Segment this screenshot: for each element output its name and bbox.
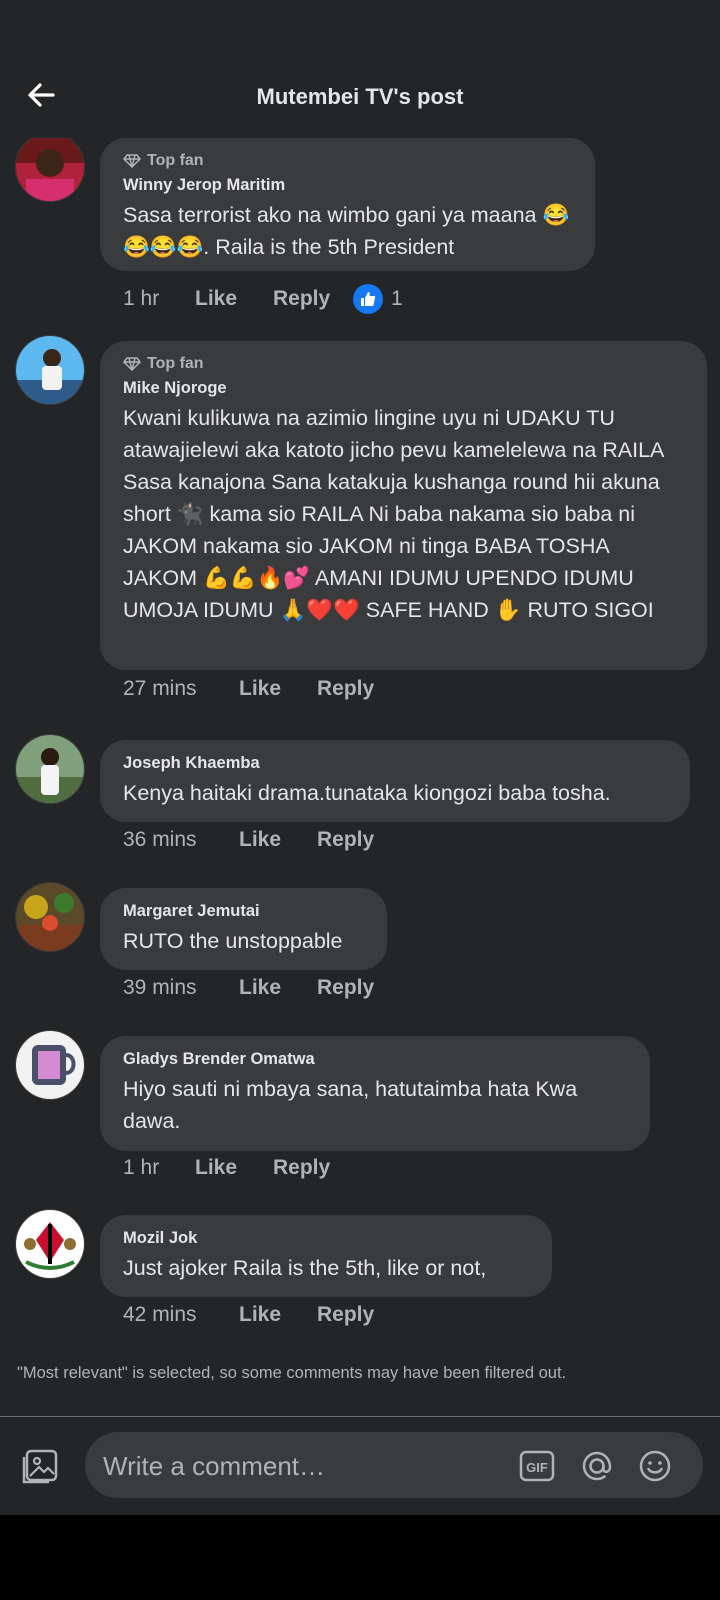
reply-button[interactable]: Reply — [273, 1156, 330, 1180]
comment-actions: 1 hr Like Reply 1 — [123, 284, 403, 314]
avatar[interactable] — [15, 138, 85, 202]
like-button[interactable]: Like — [239, 677, 317, 701]
comment-actions: 1 hr Like Reply — [123, 1156, 330, 1180]
comment-time[interactable]: 36 mins — [123, 828, 239, 852]
reaction-number: 1 — [391, 287, 403, 310]
emoji-icon[interactable] — [637, 1448, 673, 1484]
commenter-name[interactable]: Mozil Jok — [123, 1229, 528, 1248]
like-button[interactable]: Like — [195, 1156, 273, 1180]
like-button[interactable]: Like — [239, 1303, 317, 1327]
reply-button[interactable]: Reply — [317, 1303, 374, 1327]
comment-text: Sasa terrorist ako na wimbo gani ya maan… — [123, 203, 570, 259]
reply-button[interactable]: Reply — [273, 287, 353, 311]
comment-time[interactable]: 42 mins — [123, 1303, 239, 1327]
like-button[interactable]: Like — [239, 828, 317, 852]
photo-icon[interactable] — [21, 1448, 59, 1486]
like-button[interactable]: Like — [239, 976, 317, 1000]
avatar[interactable] — [15, 1030, 85, 1100]
at-icon[interactable] — [579, 1448, 615, 1484]
comment-text: Just ajoker Raila is the 5th, like or no… — [123, 1256, 487, 1280]
comment-time[interactable]: 27 mins — [123, 677, 239, 701]
comment-text: Kenya haitaki drama.tunataka kiongozi ba… — [123, 781, 611, 805]
gif-icon[interactable]: GIF — [519, 1448, 555, 1484]
comment-composer: Write a comment… GIF — [0, 1417, 720, 1515]
comment-list[interactable]: Top fan Winny Jerop Maritim Sasa terrori… — [0, 138, 720, 1408]
avatar[interactable] — [15, 882, 85, 952]
comment-bubble[interactable]: Mozil Jok Just ajoker Raila is the 5th, … — [100, 1215, 552, 1297]
badge-label: Top fan — [147, 152, 204, 169]
comment-input[interactable]: Write a comment… GIF — [85, 1432, 703, 1498]
avatar[interactable] — [15, 335, 85, 405]
reply-button[interactable]: Reply — [317, 677, 374, 701]
comment-time[interactable]: 39 mins — [123, 976, 239, 1000]
gif-label: GIF — [526, 1460, 548, 1475]
diamond-icon — [123, 154, 141, 168]
comment-bubble[interactable]: Top fan Winny Jerop Maritim Sasa terrori… — [100, 138, 595, 271]
reply-button[interactable]: Reply — [317, 828, 374, 852]
avatar[interactable] — [15, 734, 85, 804]
comment-actions: 27 mins Like Reply — [123, 677, 374, 701]
comment-text: Hiyo sauti ni mbaya sana, hatutaimba hat… — [123, 1077, 578, 1133]
commenter-name[interactable]: Joseph Khaemba — [123, 754, 666, 773]
comment-placeholder: Write a comment… — [103, 1451, 326, 1481]
app-header: Mutembei TV's post — [0, 0, 720, 140]
like-button[interactable]: Like — [195, 287, 273, 311]
commenter-name[interactable]: Gladys Brender Omatwa — [123, 1050, 626, 1069]
comment-text: RUTO the unstoppable — [123, 929, 343, 953]
commenter-name[interactable]: Winny Jerop Maritim — [123, 176, 571, 195]
top-fan-badge: Top fan — [123, 355, 683, 373]
reply-button[interactable]: Reply — [317, 976, 374, 1000]
comment-time[interactable]: 1 hr — [123, 1156, 195, 1180]
thumbs-up-icon — [353, 284, 383, 314]
badge-label: Top fan — [147, 355, 204, 372]
diamond-icon — [123, 357, 141, 371]
comment-actions: 39 mins Like Reply — [123, 976, 374, 1000]
comment-actions: 42 mins Like Reply — [123, 1303, 374, 1327]
comment-text: Kwani kulikuwa na azimio lingine uyu ni … — [123, 406, 664, 622]
commenter-name[interactable]: Margaret Jemutai — [123, 902, 363, 921]
comment-time[interactable]: 1 hr — [123, 287, 195, 311]
commenter-name[interactable]: Mike Njoroge — [123, 379, 683, 398]
filter-notice: "Most relevant" is selected, so some com… — [17, 1364, 567, 1382]
comment-bubble[interactable]: Gladys Brender Omatwa Hiyo sauti ni mbay… — [100, 1036, 650, 1151]
system-navigation-bar — [0, 1515, 720, 1600]
comment-actions: 36 mins Like Reply — [123, 828, 374, 852]
avatar[interactable] — [15, 1209, 85, 1279]
page-title: Mutembei TV's post — [256, 84, 464, 109]
comment-bubble[interactable]: Margaret Jemutai RUTO the unstoppable — [100, 888, 387, 970]
comment-bubble[interactable]: Top fan Mike Njoroge Kwani kulikuwa na a… — [100, 341, 707, 670]
reaction-count[interactable]: 1 — [353, 284, 403, 314]
comment-bubble[interactable]: Joseph Khaemba Kenya haitaki drama.tunat… — [100, 740, 690, 822]
top-fan-badge: Top fan — [123, 152, 571, 170]
